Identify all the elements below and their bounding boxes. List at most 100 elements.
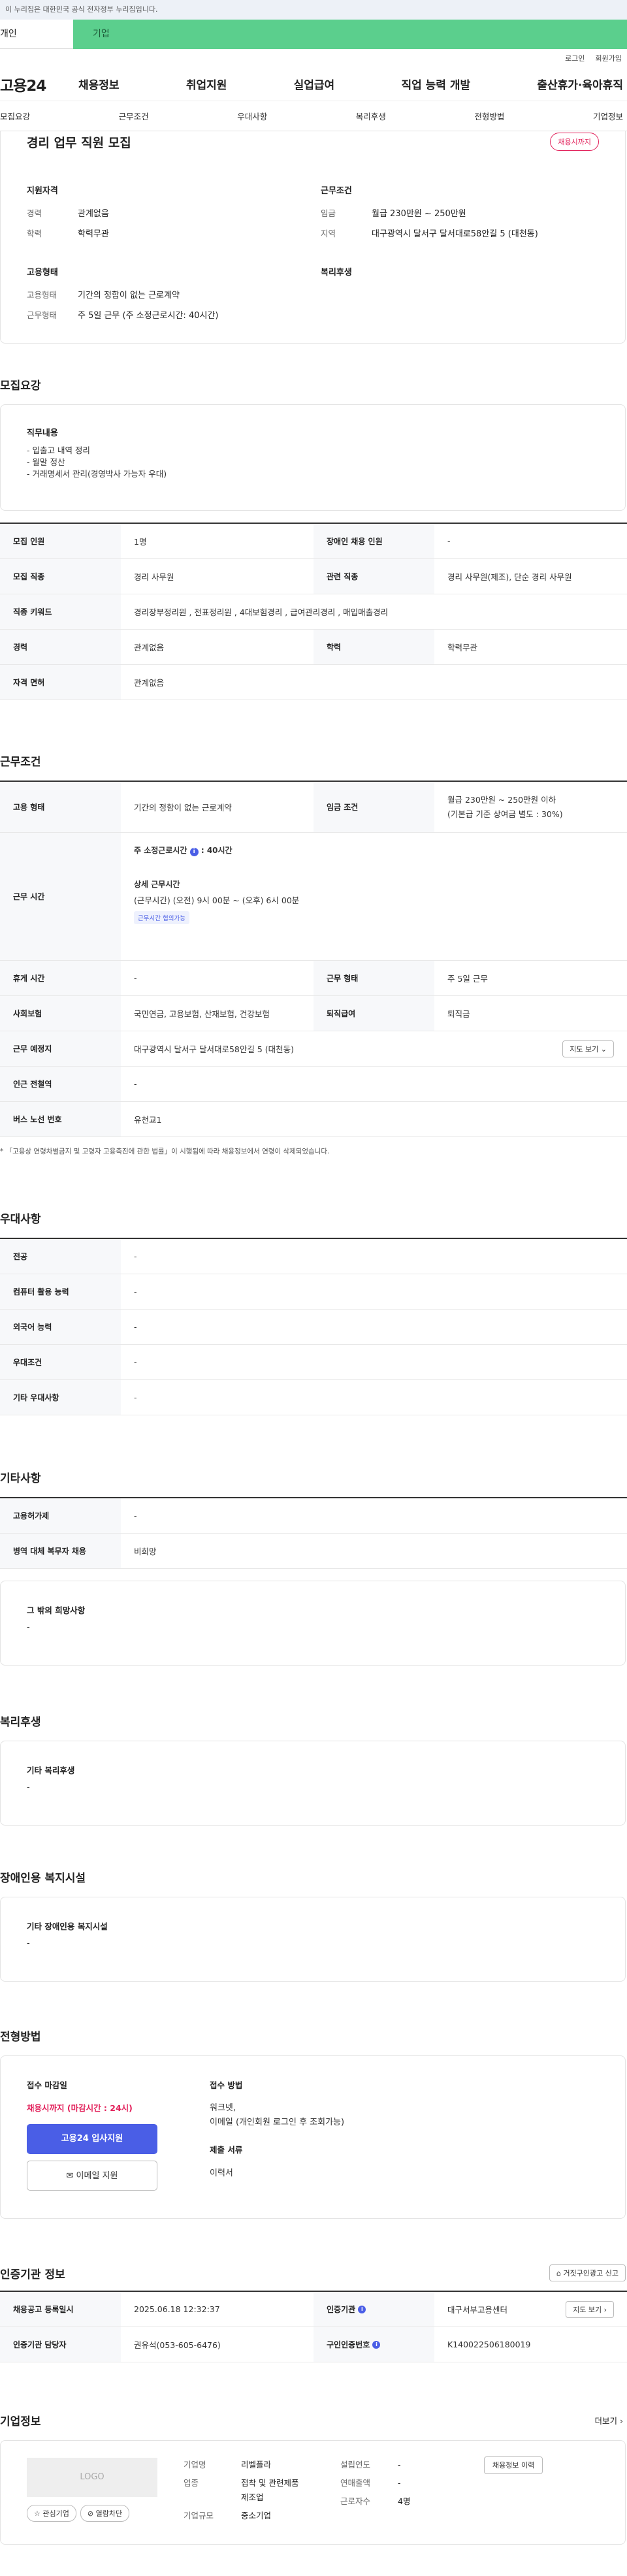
industry-value: 제조업 xyxy=(241,2492,264,2502)
preference-title: 우대사항 xyxy=(0,1213,41,1226)
row-value: 경리 사무원(제조), 단순 경리 사무원 xyxy=(447,572,572,582)
cert-title: 인증기관 정보 xyxy=(0,2268,65,2281)
row-key: 인증기관 담당자 xyxy=(0,2327,121,2362)
row-value: 관계없음 xyxy=(134,643,165,652)
method-line: 이메일 (개인회원 로그인 후 조회가능) xyxy=(210,2117,345,2127)
gnb-support[interactable]: 취업지원 xyxy=(186,76,227,92)
tab-welfare[interactable]: 복리후생 xyxy=(356,110,386,122)
row-key: 모집 직종 xyxy=(0,559,121,594)
industry-label: 업종 xyxy=(184,2478,199,2488)
process-title: 전형방법 xyxy=(0,2031,41,2044)
gnb-leave[interactable]: 출산휴가·육아휴직 xyxy=(537,76,623,92)
row-key: 자격 면허 xyxy=(0,665,121,700)
qual-heading: 지원자격 xyxy=(27,186,58,196)
wage-value: 월급 230만원 ~ 250만원 xyxy=(372,209,466,219)
gnb-jobs[interactable]: 채용정보 xyxy=(78,76,120,92)
company-card: LOGO ☆ 관심기업 ⊘ 열람차단 기업명 리벨플라 업종 접착 및 관련제품 제조… xyxy=(0,2440,626,2545)
row-key: 근무 시간 xyxy=(0,833,121,960)
util-bar: 로그인 회원가입 xyxy=(0,49,627,67)
block-button[interactable]: ⊘ 열람차단 xyxy=(80,2505,130,2522)
fav-company-button[interactable]: ☆ 관심기업 xyxy=(27,2505,76,2522)
row-value: - xyxy=(134,1511,137,1521)
row-key: 병역 대체 복무자 채용 xyxy=(0,1534,121,1568)
location-value: 대구광역시 달서구 달서대로58안길 5 (대천동) xyxy=(134,1044,295,1054)
process-section: 전형방법 접수 마감일 채용시까지 (마감시간 : 24시) 고용24 입사지원… xyxy=(0,2027,627,2219)
weekly-hours-value: 40시간 xyxy=(206,846,233,855)
type-label: 고용형태 xyxy=(27,290,57,300)
negotiable-tag: 근무시간 협의가능 xyxy=(134,911,189,924)
block-icon: ⊘ xyxy=(87,2509,94,2518)
duty-heading: 직무내용 xyxy=(27,428,58,438)
size-label: 기업규모 xyxy=(184,2511,214,2520)
row-key: 구인인증번호 i xyxy=(314,2327,434,2362)
tab-preference[interactable]: 우대사항 xyxy=(237,110,267,122)
sales-label: 연매출액 xyxy=(340,2478,371,2488)
welfare-card: 기타 복리후생 - xyxy=(0,1741,626,1826)
row-value: 2025.06.18 12:32:37 xyxy=(134,2304,220,2314)
role-tabs: 개인 기업 xyxy=(0,20,627,49)
info-icon[interactable]: i xyxy=(358,2305,366,2313)
tab-company[interactable]: 기업 xyxy=(73,20,627,49)
size-value: 중소기업 xyxy=(241,2511,272,2520)
company-section: 기업정보 더보기 › LOGO ☆ 관심기업 ⊘ 열람차단 기업명 리벨플라 업종… xyxy=(0,2412,627,2545)
tab-process[interactable]: 전형방법 xyxy=(474,110,504,122)
emp-heading: 고용형태 xyxy=(27,268,58,278)
row-key: 근무 형태 xyxy=(314,961,434,995)
tab-recruit[interactable]: 모집요강 xyxy=(0,110,30,122)
wage-bonus: (기본급 기준 상여금 별도 : 30%) xyxy=(447,809,563,819)
row-key: 우대조건 xyxy=(0,1345,121,1379)
gnb-benefit[interactable]: 실업급여 xyxy=(294,76,335,92)
method-heading: 접수 방법 xyxy=(210,2080,243,2090)
map-button[interactable]: 지도 보기 ⌄ xyxy=(562,1040,614,1057)
edu-label: 학력 xyxy=(27,229,42,238)
hours-label: 근무형태 xyxy=(27,310,57,320)
row-value: 1명 xyxy=(134,537,147,547)
org-map-button[interactable]: 지도 보기 › xyxy=(566,2300,614,2318)
tab-company[interactable]: 기업정보 xyxy=(593,110,623,122)
preference-section: 우대사항 전공 - 컴퓨터 활용 능력 - 외국어 능력 - 우대조건 - 기타 우대사… xyxy=(0,1210,627,1415)
wage-line: 월급 230만원 ~ 250만원 이하 xyxy=(447,794,556,805)
row-value: 기간의 정함이 없는 근로계약 xyxy=(134,803,232,813)
email-apply-button[interactable]: ✉ 이메일 지원 xyxy=(27,2161,157,2191)
detail-hours-heading: 상세 근무시간 xyxy=(134,880,180,889)
deadline-value: 채용시까지 (마감시간 : 24시) xyxy=(27,2103,133,2113)
row-value: 관계없음 xyxy=(134,678,165,688)
row-key: 직종 키워드 xyxy=(0,594,121,629)
info-icon[interactable]: i xyxy=(189,848,199,856)
apply-button[interactable]: 고용24 입사지원 xyxy=(27,2124,157,2154)
report-button[interactable]: ⌂ 거짓구인광고 신고 xyxy=(549,2264,626,2281)
more-link[interactable]: 더보기 › xyxy=(595,2414,624,2426)
conditions-section: 근무조건 고용 형태 기간의 정함이 없는 근로계약 임금 조건 월급 230만원 ~… xyxy=(0,752,627,1156)
row-value: 학력무관 xyxy=(447,643,478,652)
deadline-heading: 접수 마감일 xyxy=(27,2080,67,2090)
docs-value: 이력서 xyxy=(210,2168,233,2178)
signup-link[interactable]: 회원가입 xyxy=(596,53,622,63)
duty-item: - 거래명세서 관리(경영박사 가능자 우대) xyxy=(27,469,167,479)
wage-label: 임금 xyxy=(321,208,336,218)
info-icon[interactable]: i xyxy=(372,2340,381,2349)
detail-hours-value: (근무시간) (오전) 9시 00분 ~ (오후) 6시 00분 xyxy=(134,895,300,905)
mail-icon: ✉ xyxy=(66,2171,74,2181)
site-logo[interactable]: 고용24 xyxy=(0,73,78,95)
row-value: - xyxy=(134,973,137,983)
tab-personal[interactable]: 개인 xyxy=(0,20,73,49)
section-tabs: 모집요강 근무조건 우대사항 복리후생 전형방법 기업정보 xyxy=(0,101,627,131)
disability-value: - xyxy=(27,1939,30,1948)
row-key: 채용공고 등록일시 xyxy=(0,2292,121,2326)
hope-heading: 그 밖의 희망사항 xyxy=(27,1605,86,1615)
etc-title: 기타사항 xyxy=(0,1472,41,1485)
row-value: - xyxy=(134,1393,137,1402)
row-value: - xyxy=(134,1287,137,1296)
history-button[interactable]: 채용정보 이력 xyxy=(484,2456,543,2474)
gnb-training[interactable]: 직업 능력 개발 xyxy=(401,76,470,92)
star-icon: ☆ xyxy=(34,2509,40,2518)
login-link[interactable]: 로그인 xyxy=(565,53,585,63)
row-value: 유천교1 xyxy=(134,1115,162,1125)
home-icon: ⌂ xyxy=(556,2269,562,2278)
org-value: 대구서부고용센터 xyxy=(447,2305,508,2315)
tab-conditions[interactable]: 근무조건 xyxy=(119,110,149,122)
row-value: - xyxy=(447,536,451,546)
sales-value: - xyxy=(398,2478,401,2488)
year-label: 설립연도 xyxy=(340,2460,371,2470)
career-value: 관계없음 xyxy=(78,209,109,219)
